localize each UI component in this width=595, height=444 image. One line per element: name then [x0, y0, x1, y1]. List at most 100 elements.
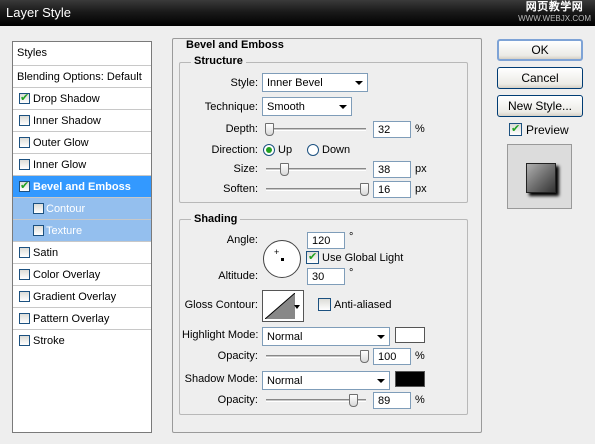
- blending-options-label: Blending Options: Default: [17, 71, 142, 83]
- panel-title: Bevel and Emboss: [183, 39, 287, 51]
- chevron-down-icon: [377, 379, 385, 383]
- style-item-outer-glow[interactable]: Outer Glow: [13, 132, 151, 154]
- chevron-down-icon[interactable]: [294, 305, 300, 309]
- style-value: Inner Bevel: [267, 77, 323, 89]
- shadow-opacity-unit: %: [415, 394, 425, 406]
- shadow-opacity-value: 89: [378, 395, 391, 407]
- angle-wheel[interactable]: +: [263, 240, 301, 278]
- style-item-label: Pattern Overlay: [33, 313, 110, 325]
- gradient-overlay-checkbox[interactable]: [19, 291, 30, 302]
- shadow-color-swatch[interactable]: [395, 371, 425, 387]
- highlight-opacity-slider-thumb[interactable]: [360, 350, 369, 363]
- crosshair-icon: +: [274, 247, 280, 257]
- depth-value: 32: [378, 124, 391, 136]
- style-item-contour[interactable]: Contour: [13, 198, 151, 220]
- style-item-label: Satin: [33, 247, 59, 259]
- highlight-opacity-input[interactable]: 100: [373, 348, 411, 365]
- shadow-mode-select[interactable]: Normal: [262, 371, 390, 390]
- watermark-logo: 网页教学网 WWW.WEBJX.COM: [518, 2, 591, 24]
- angle-value: 120: [312, 235, 331, 247]
- satin-checkbox[interactable]: [19, 247, 30, 258]
- style-item-inner-shadow[interactable]: Inner Shadow: [13, 110, 151, 132]
- gloss-contour-label: Gloss Contour:: [184, 299, 258, 311]
- highlight-mode-value: Normal: [267, 331, 303, 343]
- soften-slider-thumb[interactable]: [360, 183, 369, 196]
- size-value: 38: [378, 164, 391, 176]
- shadow-opacity-input[interactable]: 89: [373, 392, 411, 409]
- stroke-checkbox[interactable]: [19, 335, 30, 346]
- direction-up-radio[interactable]: [263, 144, 275, 156]
- new-style-button[interactable]: New Style...: [497, 95, 583, 117]
- cancel-button[interactable]: Cancel: [497, 67, 583, 89]
- use-global-light-checkbox[interactable]: [306, 250, 319, 264]
- altitude-label: Altitude:: [218, 270, 258, 282]
- altitude-input[interactable]: 30: [307, 268, 345, 285]
- style-item-texture[interactable]: Texture: [13, 220, 151, 242]
- size-unit: px: [415, 163, 427, 175]
- shadow-mode-value: Normal: [267, 375, 303, 387]
- soften-input[interactable]: 16: [373, 181, 411, 198]
- inner-glow-checkbox[interactable]: [19, 159, 30, 170]
- style-item-gradient-overlay[interactable]: Gradient Overlay: [13, 286, 151, 308]
- window-title: Layer Style: [6, 5, 72, 20]
- dialog-body: Styles Blending Options: Default Drop Sh…: [0, 26, 595, 444]
- contour-checkbox[interactable]: [33, 203, 44, 214]
- ok-button[interactable]: OK: [497, 39, 583, 61]
- angle-label: Angle:: [226, 234, 258, 246]
- direction-down-radio[interactable]: [307, 144, 319, 156]
- highlight-mode-label: Highlight Mode:: [182, 329, 259, 341]
- watermark-line2: WWW.WEBJX.COM: [518, 14, 591, 23]
- soften-value: 16: [378, 184, 391, 196]
- soften-slider-track[interactable]: [266, 183, 369, 196]
- style-item-color-overlay[interactable]: Color Overlay: [13, 264, 151, 286]
- style-item-stroke[interactable]: Stroke: [13, 330, 151, 352]
- anti-aliased-checkbox[interactable]: [318, 298, 331, 311]
- styles-header[interactable]: Styles: [13, 42, 151, 66]
- size-slider-thumb[interactable]: [280, 163, 289, 176]
- style-item-bevel-and-emboss[interactable]: Bevel and Emboss: [13, 176, 151, 198]
- shadow-opacity-slider-track[interactable]: [266, 394, 366, 407]
- angle-input[interactable]: 120: [307, 232, 345, 249]
- size-input[interactable]: 38: [373, 161, 411, 178]
- drop-shadow-checkbox[interactable]: [19, 91, 30, 104]
- title-bar: Layer Style 网页教学网 WWW.WEBJX.COM: [0, 0, 595, 26]
- use-global-light-label: Use Global Light: [322, 252, 404, 264]
- style-item-satin[interactable]: Satin: [13, 242, 151, 264]
- size-label: Size:: [233, 163, 258, 175]
- highlight-mode-select[interactable]: Normal: [262, 327, 390, 346]
- size-slider-track[interactable]: [266, 163, 366, 176]
- color-overlay-checkbox[interactable]: [19, 269, 30, 280]
- highlight-color-swatch[interactable]: [395, 327, 425, 343]
- texture-checkbox[interactable]: [33, 225, 44, 236]
- highlight-opacity-slider-track[interactable]: [266, 350, 369, 363]
- highlight-opacity-label: Opacity:: [217, 350, 258, 362]
- style-select[interactable]: Inner Bevel: [262, 73, 368, 92]
- style-item-label: Drop Shadow: [33, 93, 100, 105]
- style-item-label: Outer Glow: [33, 137, 89, 149]
- inner-shadow-checkbox[interactable]: [19, 115, 30, 126]
- pattern-overlay-checkbox[interactable]: [19, 313, 30, 324]
- style-item-label: Inner Shadow: [33, 115, 101, 127]
- outer-glow-checkbox[interactable]: [19, 137, 30, 148]
- preview-checkbox[interactable]: [509, 122, 522, 136]
- technique-select[interactable]: Smooth: [262, 97, 352, 116]
- style-item-inner-glow[interactable]: Inner Glow: [13, 154, 151, 176]
- style-item-label: Color Overlay: [33, 269, 101, 281]
- highlight-opacity-unit: %: [415, 350, 425, 362]
- technique-label: Technique:: [204, 101, 258, 113]
- depth-input[interactable]: 32: [373, 121, 411, 138]
- depth-slider-track[interactable]: [265, 123, 366, 136]
- chevron-down-icon: [377, 335, 385, 339]
- shadow-opacity-slider-thumb[interactable]: [349, 394, 358, 407]
- angle-unit: °: [349, 231, 354, 243]
- depth-slider-thumb[interactable]: [265, 123, 274, 136]
- style-item-pattern-overlay[interactable]: Pattern Overlay: [13, 308, 151, 330]
- style-item-label: Texture: [46, 225, 83, 237]
- bevel-and-emboss-checkbox[interactable]: [19, 179, 30, 192]
- technique-value: Smooth: [267, 101, 305, 113]
- altitude-value: 30: [312, 271, 325, 283]
- preview-label: Preview: [526, 123, 569, 137]
- style-item-drop-shadow[interactable]: Drop Shadow: [13, 88, 151, 110]
- altitude-unit: °: [349, 267, 354, 279]
- blending-options-item[interactable]: Blending Options: Default: [13, 66, 151, 88]
